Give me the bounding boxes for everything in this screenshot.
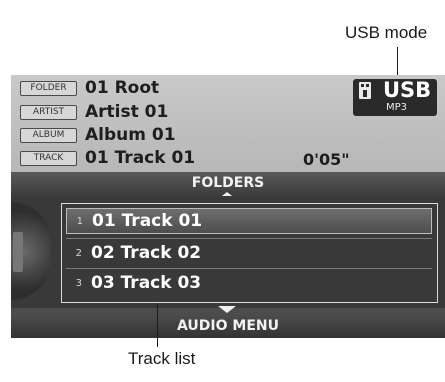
track-value: 01 Track 01	[85, 148, 196, 168]
track-list: 1 01 Track 01 2 02 Track 02 3 03 Track 0…	[61, 203, 438, 303]
list-divider	[66, 268, 432, 269]
usb-label: USB	[383, 78, 432, 102]
track-list-callout: Track list	[128, 349, 196, 368]
folder-value: 01 Root	[85, 78, 160, 98]
usb-mode-indicator: USB MP3	[353, 78, 437, 116]
track-list-area: 1 01 Track 01 2 02 Track 02 3 03 Track 0…	[11, 196, 445, 308]
usb-mode-leader-line	[397, 47, 398, 76]
track-name: 02 Track 02	[91, 243, 202, 263]
album-tag: ALBUM	[20, 127, 77, 143]
track-number: 3	[75, 277, 82, 289]
track-row: TRACK 01 Track 01	[20, 148, 195, 168]
usb-drive-icon	[359, 82, 371, 99]
artist-tag: ARTIST	[20, 104, 77, 120]
artist-value: Artist 01	[85, 102, 169, 122]
selector-knob	[11, 202, 51, 300]
track-number: 2	[75, 247, 82, 259]
artist-row: ARTIST Artist 01	[20, 102, 168, 122]
track-name: 03 Track 03	[91, 273, 202, 293]
track-list-item[interactable]: 3 03 Track 03	[66, 270, 432, 296]
audio-menu-button[interactable]: AUDIO MENU	[11, 313, 445, 338]
track-list-item[interactable]: 1 01 Track 01	[66, 208, 432, 234]
scroll-down-arrow-icon[interactable]	[218, 306, 236, 313]
folder-row: FOLDER 01 Root	[20, 78, 159, 98]
audio-screen: FOLDER 01 Root ARTIST Artist 01 ALBUM Al…	[11, 75, 445, 338]
track-name: 01 Track 01	[92, 211, 203, 231]
track-list-leader-line	[157, 303, 158, 347]
knob-slot	[13, 232, 23, 272]
track-number: 1	[76, 215, 83, 227]
folder-tag: FOLDER	[20, 80, 77, 96]
track-info-panel: FOLDER 01 Root ARTIST Artist 01 ALBUM Al…	[11, 75, 445, 172]
track-tag: TRACK	[20, 150, 77, 166]
elapsed-time: 0'05"	[303, 150, 350, 169]
list-divider	[66, 238, 432, 239]
usb-mode-callout: USB mode	[345, 23, 428, 42]
album-value: Album 01	[85, 125, 176, 145]
file-format-label: MP3	[386, 102, 408, 113]
track-list-item[interactable]: 2 02 Track 02	[66, 240, 432, 266]
album-row: ALBUM Album 01	[20, 125, 176, 145]
